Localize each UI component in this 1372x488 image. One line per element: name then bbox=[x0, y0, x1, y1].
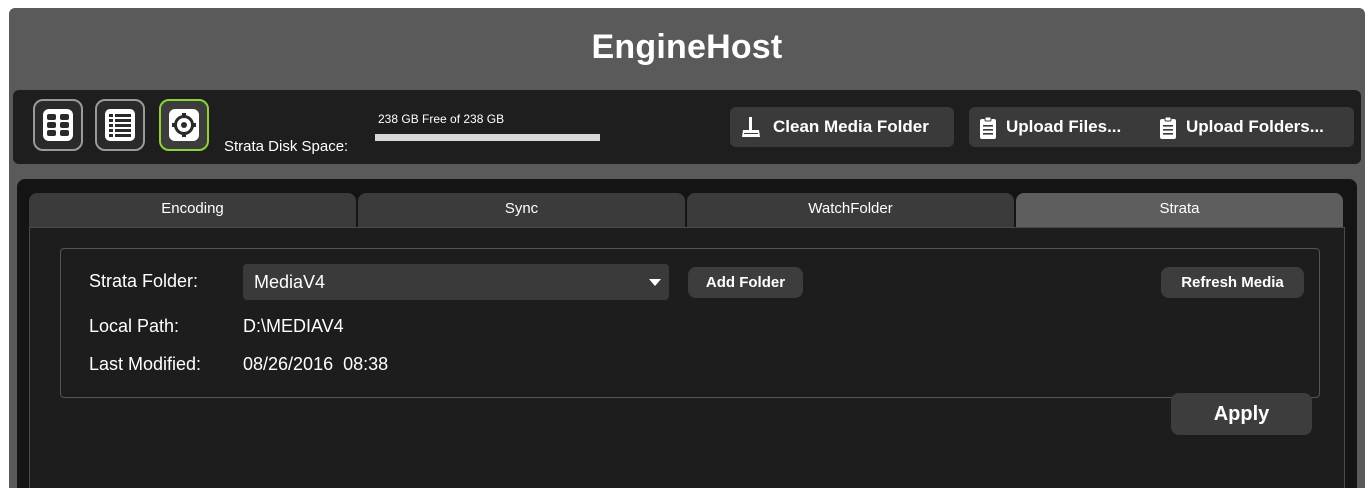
refresh-media-button[interactable]: Refresh Media bbox=[1161, 267, 1304, 298]
gear-icon bbox=[169, 109, 199, 141]
chevron-down-icon bbox=[649, 279, 661, 286]
settings-panel: Encoding Sync WatchFolder Strata Strata … bbox=[17, 179, 1357, 488]
disk-space-bar bbox=[375, 134, 600, 141]
settings-button[interactable] bbox=[159, 99, 209, 151]
strata-tab-content: Strata Folder: MediaV4 Add Folder Refres… bbox=[29, 227, 1345, 488]
clean-media-folder-label: Clean Media Folder bbox=[773, 117, 929, 136]
toolbar: Strata Disk Space: 238 GB Free of 238 GB… bbox=[13, 90, 1361, 164]
strata-folder-value: MediaV4 bbox=[254, 272, 326, 292]
enginehost-window: EngineHost Strata Disk Space: 238 GB Fre… bbox=[9, 8, 1365, 488]
upload-group: Upload Files... Upload Folders... bbox=[969, 107, 1354, 147]
tab-encoding[interactable]: Encoding bbox=[29, 193, 356, 227]
disk-free-text: 238 GB Free of 238 GB bbox=[378, 112, 505, 126]
local-path-label: Local Path: bbox=[89, 316, 180, 336]
tab-watchfolder[interactable]: WatchFolder bbox=[687, 193, 1014, 227]
title-bar: EngineHost bbox=[9, 8, 1365, 88]
list-icon bbox=[105, 109, 135, 141]
upload-folders-label: Upload Folders... bbox=[1186, 117, 1324, 136]
add-folder-button[interactable]: Add Folder bbox=[688, 267, 803, 298]
clean-media-folder-button[interactable]: Clean Media Folder bbox=[730, 107, 954, 147]
last-modified-label: Last Modified: bbox=[89, 354, 202, 374]
clipboard-icon bbox=[1160, 116, 1176, 139]
grid-view-button[interactable] bbox=[33, 99, 83, 151]
last-modified-value: 08/26/2016 08:38 bbox=[243, 354, 389, 374]
strata-folder-group: Strata Folder: MediaV4 Add Folder Refres… bbox=[60, 248, 1320, 398]
strata-folder-label: Strata Folder: bbox=[89, 271, 199, 291]
upload-files-label: Upload Files... bbox=[1006, 117, 1122, 136]
grid-icon bbox=[43, 109, 73, 141]
strata-folder-select[interactable]: MediaV4 bbox=[243, 264, 669, 300]
clipboard-icon bbox=[980, 116, 996, 139]
local-path-value: D:\MEDIAV4 bbox=[243, 316, 344, 336]
broom-icon bbox=[742, 117, 760, 137]
disk-space-label: Strata Disk Space: bbox=[224, 138, 349, 155]
upload-folders-button[interactable]: Upload Folders... bbox=[1155, 107, 1354, 147]
tab-strata[interactable]: Strata bbox=[1016, 193, 1343, 227]
upload-files-button[interactable]: Upload Files... bbox=[969, 107, 1154, 147]
apply-button[interactable]: Apply bbox=[1171, 393, 1312, 435]
tab-sync[interactable]: Sync bbox=[358, 193, 685, 227]
app-title: EngineHost bbox=[591, 28, 783, 66]
list-view-button[interactable] bbox=[95, 99, 145, 151]
disk-space-fill bbox=[375, 134, 600, 141]
